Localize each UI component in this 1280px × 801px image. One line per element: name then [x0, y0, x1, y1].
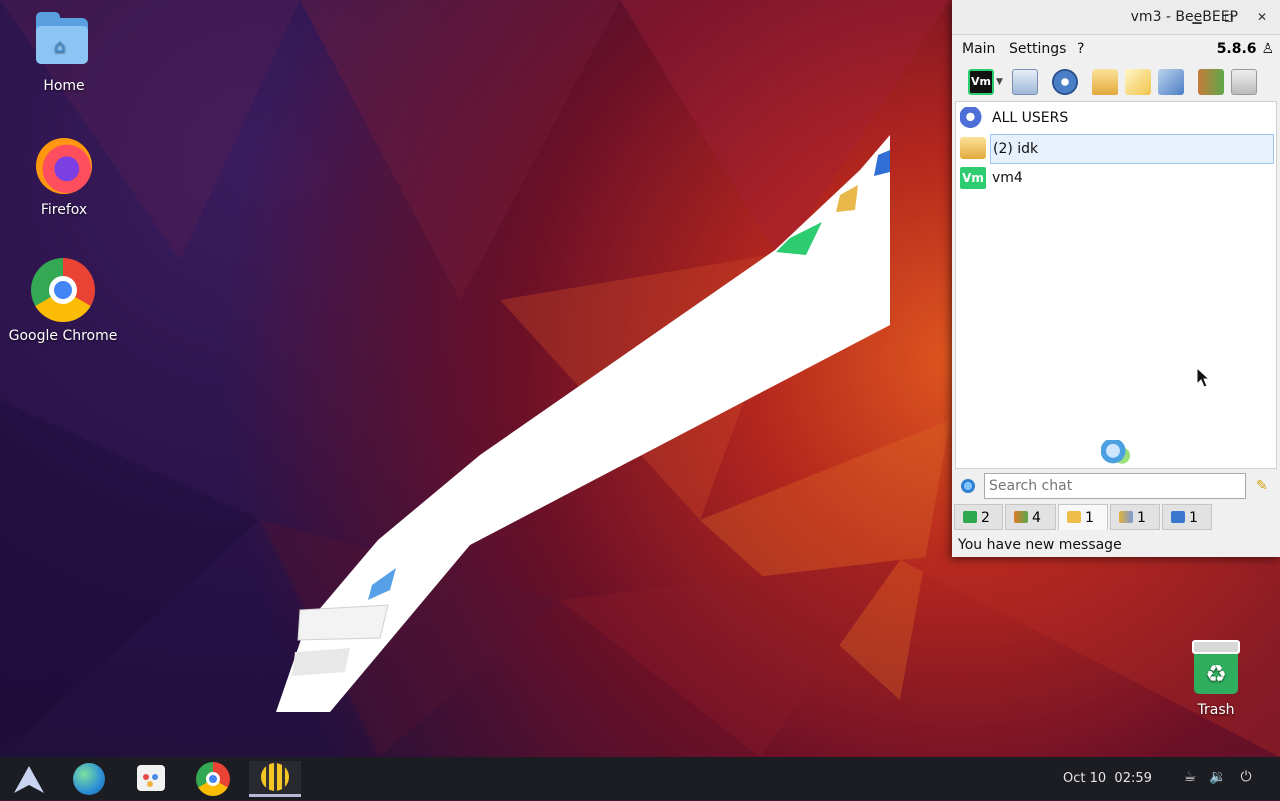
vm-status-icon[interactable]: Vm [968, 69, 994, 95]
group-icon [1119, 511, 1133, 523]
menu-bar: Main Settings ? 5.8.6 ♙ [952, 35, 1280, 63]
list-item-vm4[interactable]: Vm vm4 [958, 164, 1276, 192]
mouse-cursor-icon [1196, 367, 1210, 388]
filter-tabs: 2 4 1 1 1 [952, 503, 1280, 531]
beebeep-window[interactable]: vm3 - BeeBEEP ▁ ◻ ✕ Main Settings ? 5.8.… [952, 0, 1280, 557]
bee-icon [261, 763, 289, 791]
profile-edit-icon[interactable] [1012, 69, 1038, 95]
envelope-icon [1067, 511, 1081, 523]
menu-settings[interactable]: Settings [1009, 35, 1066, 63]
taskbar-software-center[interactable] [125, 761, 177, 797]
clock-time: 02:59 [1114, 771, 1152, 786]
tab-messages[interactable]: 1 [1058, 504, 1108, 530]
menu-main[interactable]: Main [962, 35, 995, 63]
taskbar-chrome[interactable] [187, 761, 239, 797]
tab-users[interactable]: 4 [1005, 504, 1056, 530]
list-item-all-users[interactable]: ALL USERS [958, 104, 1276, 132]
toolbar: Vm ▼ [952, 63, 1280, 101]
user-label: vm4 [992, 170, 1023, 186]
window-titlebar[interactable]: vm3 - BeeBEEP ▁ ◻ ✕ [952, 0, 1280, 35]
list-item-idk[interactable]: (2) idk [958, 134, 1276, 164]
chrome-icon [196, 762, 230, 796]
write-note-icon[interactable] [1125, 69, 1151, 95]
clock[interactable]: Oct 10 02:59 [1063, 757, 1152, 800]
maximize-button[interactable]: ◻ [1220, 8, 1238, 26]
user-label: (2) idk [990, 134, 1274, 164]
tab-count: 1 [1137, 510, 1146, 526]
new-message-envelope-icon [960, 137, 986, 159]
tools-icon[interactable] [1158, 69, 1184, 95]
share-files-icon[interactable] [1198, 69, 1224, 95]
user-list[interactable]: ALL USERS (2) idk Vm vm4 [955, 101, 1277, 469]
chat-bubbles-icon [960, 107, 986, 129]
taskbar-beebeep[interactable] [249, 761, 301, 797]
vm-icon: Vm [960, 167, 986, 189]
tab-count: 1 [1085, 510, 1094, 526]
status-bar-text: You have new message [958, 537, 1122, 553]
network-icon[interactable] [1052, 69, 1078, 95]
taskbar-browser[interactable] [63, 761, 115, 797]
power-icon[interactable]: ⏻ [1237, 769, 1255, 787]
search-input[interactable] [984, 473, 1246, 499]
arch-logo-icon [14, 766, 44, 793]
tab-groups[interactable]: 1 [1110, 504, 1160, 530]
tab-notes[interactable]: 1 [1162, 504, 1212, 530]
pen-icon [1171, 511, 1185, 523]
volume-icon[interactable]: 🔉 [1209, 769, 1227, 787]
clock-date: Oct 10 [1063, 771, 1107, 786]
status-dropdown-icon[interactable]: ▼ [996, 69, 1006, 95]
tab-count: 2 [981, 510, 990, 526]
messages-icon[interactable] [1092, 69, 1118, 95]
app-launcher-button[interactable] [3, 761, 55, 797]
tab-count: 1 [1189, 510, 1198, 526]
search-options-icon[interactable] [961, 479, 975, 493]
close-button[interactable]: ✕ [1253, 8, 1271, 26]
search-row: ✎ [952, 472, 1280, 502]
tab-computers[interactable]: 2 [954, 504, 1003, 530]
taskbar: Oct 10 02:59 ☕ 🔉 ⏻ [0, 757, 1280, 800]
trash-bin-icon[interactable] [1231, 69, 1257, 95]
computer-icon [963, 511, 977, 523]
minimize-button[interactable]: ▁ [1188, 8, 1206, 26]
tab-count: 4 [1032, 510, 1041, 526]
chat-bubbles-icon [1101, 440, 1131, 464]
users-icon [1014, 511, 1028, 523]
version-label: 5.8.6 ♙ [1217, 35, 1274, 63]
menu-help[interactable]: ? [1077, 35, 1084, 63]
store-bag-icon [137, 765, 165, 791]
linux-icon: ♙ [1261, 41, 1274, 57]
clear-search-icon[interactable]: ✎ [1256, 478, 1272, 494]
globe-icon [73, 763, 105, 795]
coffee-icon[interactable]: ☕ [1181, 769, 1199, 787]
version-number: 5.8.6 [1216, 41, 1257, 57]
user-label: ALL USERS [992, 110, 1069, 126]
